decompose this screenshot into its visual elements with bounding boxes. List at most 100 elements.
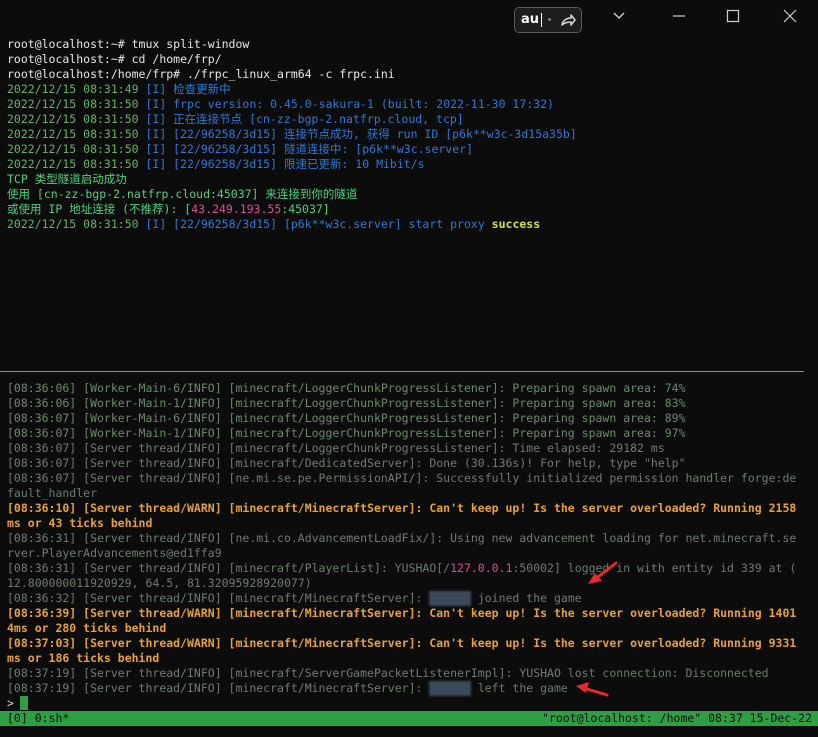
terminal-text: [08:36:07] [Worker-Main-6/INFO] [minecra… — [7, 411, 686, 425]
terminal-line: 2022/12/15 08:31:50 [I] [22/96258/3d15] … — [7, 157, 577, 172]
ime-text: au — [521, 12, 540, 27]
terminal-text: 2022/12/15 08:31:50 — [7, 127, 146, 141]
terminal-text: [I] 检查更新中 — [145, 82, 231, 96]
terminal-line: [08:36:07] [Worker-Main-6/INFO] [minecra… — [7, 411, 813, 426]
tmux-pane-top[interactable]: root@localhost:~# tmux split-window root@… — [7, 37, 577, 232]
terminal-text: [08:36:07] [Server thread/INFO] [ne.mi.s… — [7, 471, 797, 485]
chevron-down-icon[interactable] — [608, 6, 630, 26]
terminal-text: ms or 43 ticks behind — [7, 516, 153, 530]
terminal-line: ms or 186 ticks behind — [7, 651, 813, 666]
share-arrow-icon[interactable] — [559, 11, 577, 29]
terminal-line: rver.PlayerAdvancements@ed1ffa9 — [7, 546, 813, 561]
terminal-text: 2022/12/15 08:31:50 — [7, 142, 146, 156]
terminal-line: 2022/12/15 08:31:50 [I] [22/96258/3d15] … — [7, 127, 577, 142]
ime-dot-icon — [548, 18, 551, 21]
terminal-text: 或使用 IP 地址连接 (不推荐): [ — [7, 202, 192, 216]
terminal-line: root@localhost:~# tmux split-window — [7, 37, 577, 52]
terminal-line: 12.800000011920929, 64.5, 81.32095928920… — [7, 576, 813, 591]
terminal-line: root@localhost:~# cd /home/frp/ — [7, 52, 577, 67]
window-titlebar: au — [0, 0, 818, 34]
terminal-text: [08:36:31] [Server thread/INFO] [minecra… — [7, 561, 451, 575]
ime-indicator[interactable]: au — [514, 7, 582, 33]
terminal-text: [I] [22/96258/3d15] 隧道连接中: [p6k**w3c.ser… — [145, 142, 474, 156]
terminal-text: 2022/12/15 08:31:50 — [7, 157, 146, 171]
terminal-text: root@localhost:~# cd /home/frp/ — [7, 52, 222, 66]
terminal-line: [08:36:10] [Server thread/WARN] [minecra… — [7, 501, 813, 516]
terminal-cursor — [19, 696, 28, 710]
terminal-line: [08:36:31] [Server thread/INFO] [ne.mi.c… — [7, 531, 813, 546]
terminal-text: [08:36:07] [Server thread/INFO] [minecra… — [7, 456, 686, 470]
terminal-text: 2022/12/15 08:31:49 — [7, 82, 146, 96]
terminal-text: 127.0.0.1 — [450, 561, 513, 575]
terminal-text: [08:36:07] [Worker-Main-1/INFO] [minecra… — [7, 426, 686, 440]
terminal-text: fault_handler — [7, 486, 98, 500]
terminal-line: [08:36:06] [Worker-Main-6/INFO] [minecra… — [7, 381, 813, 396]
terminal-text: [08:37:19] [Server thread/INFO] [minecra… — [7, 681, 430, 695]
terminal-line: 2022/12/15 08:31:49 [I] 检查更新中 — [7, 82, 577, 97]
terminal-text: [08:36:32] [Server thread/INFO] [minecra… — [7, 591, 430, 605]
terminal-line: [08:36:07] [Server thread/INFO] [minecra… — [7, 441, 813, 456]
terminal-line: 2022/12/15 08:31:50 [I] 正在连接节点 [cn-zz-bg… — [7, 112, 577, 127]
terminal-text: rver.PlayerAdvancements@ed1ffa9 — [7, 546, 222, 560]
terminal-text: [08:36:10] [Server thread/WARN] [minecra… — [7, 501, 797, 515]
red-arrow-annotation-icon — [576, 682, 609, 697]
shell-prompt[interactable]: > — [7, 696, 28, 711]
redacted-username: YUSHAO — [429, 591, 471, 606]
terminal-line: [08:36:32] [Server thread/INFO] [minecra… — [7, 591, 813, 606]
terminal-text: 43.249.193.55 — [191, 202, 282, 216]
tmux-statusbar: [0] 0:sh* "root@localhost: /home" 08:37 … — [0, 711, 818, 726]
terminal-text: joined the game — [470, 591, 582, 605]
terminal-line: [08:36:06] [Worker-Main-1/INFO] [minecra… — [7, 396, 813, 411]
terminal-text: [08:37:03] [Server thread/WARN] [minecra… — [7, 636, 797, 650]
terminal-text: success — [491, 217, 541, 231]
terminal-text: :50002] logged in with entity id 339 at … — [512, 561, 797, 575]
terminal-text: 2022/12/15 08:31:50 — [7, 97, 146, 111]
terminal-text: left the game — [470, 681, 568, 695]
terminal-line: [08:36:31] [Server thread/INFO] [minecra… — [7, 561, 813, 576]
terminal-text: TCP 类型隧道启动成功 — [7, 172, 127, 186]
terminal-line: ms or 43 ticks behind — [7, 516, 813, 531]
terminal-line: [08:36:39] [Server thread/WARN] [minecra… — [7, 606, 813, 621]
terminal-text: [I] [22/96258/3d15] 限速已更新: 10 Mibit/s — [145, 157, 425, 171]
tmux-window-list[interactable]: [0] 0:sh* — [7, 711, 69, 726]
terminal-line: TCP 类型隧道启动成功 — [7, 172, 577, 187]
tmux-pane-bottom[interactable]: [08:36:06] [Worker-Main-6/INFO] [minecra… — [7, 381, 813, 696]
terminal-line: [08:37:19] [Server thread/INFO] [minecra… — [7, 681, 813, 696]
terminal-text: 2022/12/15 08:31:50 — [7, 112, 146, 126]
terminal-line: fault_handler — [7, 486, 813, 501]
terminal-text: 4ms or 280 ticks behind — [7, 621, 167, 635]
terminal-text: root@localhost:~# tmux split-window — [7, 37, 250, 51]
red-arrow-annotation-icon — [588, 561, 618, 584]
terminal-text: 12.800000011920929, 64.5, 81.32095928920… — [7, 576, 312, 590]
terminal-text: [08:37:19] [Server thread/INFO] [minecra… — [7, 666, 769, 680]
terminal-text: [I] [22/96258/3d15] [p6k**w3c.server] st… — [145, 217, 492, 231]
terminal-line: root@localhost:/home/frp# ./frpc_linux_a… — [7, 67, 577, 82]
close-icon[interactable] — [779, 6, 801, 26]
maximize-icon[interactable] — [722, 6, 744, 26]
terminal-line: [08:36:07] [Server thread/INFO] [ne.mi.s… — [7, 471, 813, 486]
terminal-text: [I] [22/96258/3d15] 连接节点成功, 获得 run ID [p… — [145, 127, 577, 141]
terminal-text: ms or 186 ticks behind — [7, 651, 160, 665]
terminal-text: :45037] — [281, 202, 330, 216]
terminal-text: [08:36:39] [Server thread/WARN] [minecra… — [7, 606, 797, 620]
tmux-status-right: "root@localhost: /home" 08:37 15-Dec-22 — [541, 711, 812, 725]
terminal-line: 4ms or 280 ticks behind — [7, 621, 813, 636]
terminal-text: [08:36:31] [Server thread/INFO] [ne.mi.c… — [7, 531, 797, 545]
terminal-line: [08:36:07] [Worker-Main-1/INFO] [minecra… — [7, 426, 813, 441]
terminal-text: [08:36:07] [Server thread/INFO] [minecra… — [7, 441, 665, 455]
terminal-line: 2022/12/15 08:31:50 [I] [22/96258/3d15] … — [7, 217, 577, 232]
minimize-icon[interactable] — [668, 6, 690, 26]
terminal-line: [08:37:03] [Server thread/WARN] [minecra… — [7, 636, 813, 651]
prompt-char: > — [7, 696, 14, 710]
terminal-text: [I] frpc version: 0.45.0-sakura-1 (built… — [145, 97, 554, 111]
terminal-text: [I] 正在连接节点 [cn-zz-bgp-2.natfrp.cloud, tc… — [145, 112, 464, 126]
terminal-line: 2022/12/15 08:31:50 [I] frpc version: 0.… — [7, 97, 577, 112]
terminal-text: [08:36:06] [Worker-Main-1/INFO] [minecra… — [7, 396, 686, 410]
terminal-line: 2022/12/15 08:31:50 [I] [22/96258/3d15] … — [7, 142, 577, 157]
terminal-line: 或使用 IP 地址连接 (不推荐): [43.249.193.55:45037] — [7, 202, 577, 217]
terminal-text: [08:36:06] [Worker-Main-6/INFO] [minecra… — [7, 381, 686, 395]
terminal-line: [08:37:19] [Server thread/INFO] [minecra… — [7, 666, 813, 681]
terminal-text: root@localhost:/home/frp# ./frpc_linux_a… — [7, 67, 395, 81]
tmux-pane-divider[interactable] — [0, 371, 804, 372]
ime-caret — [541, 13, 542, 27]
